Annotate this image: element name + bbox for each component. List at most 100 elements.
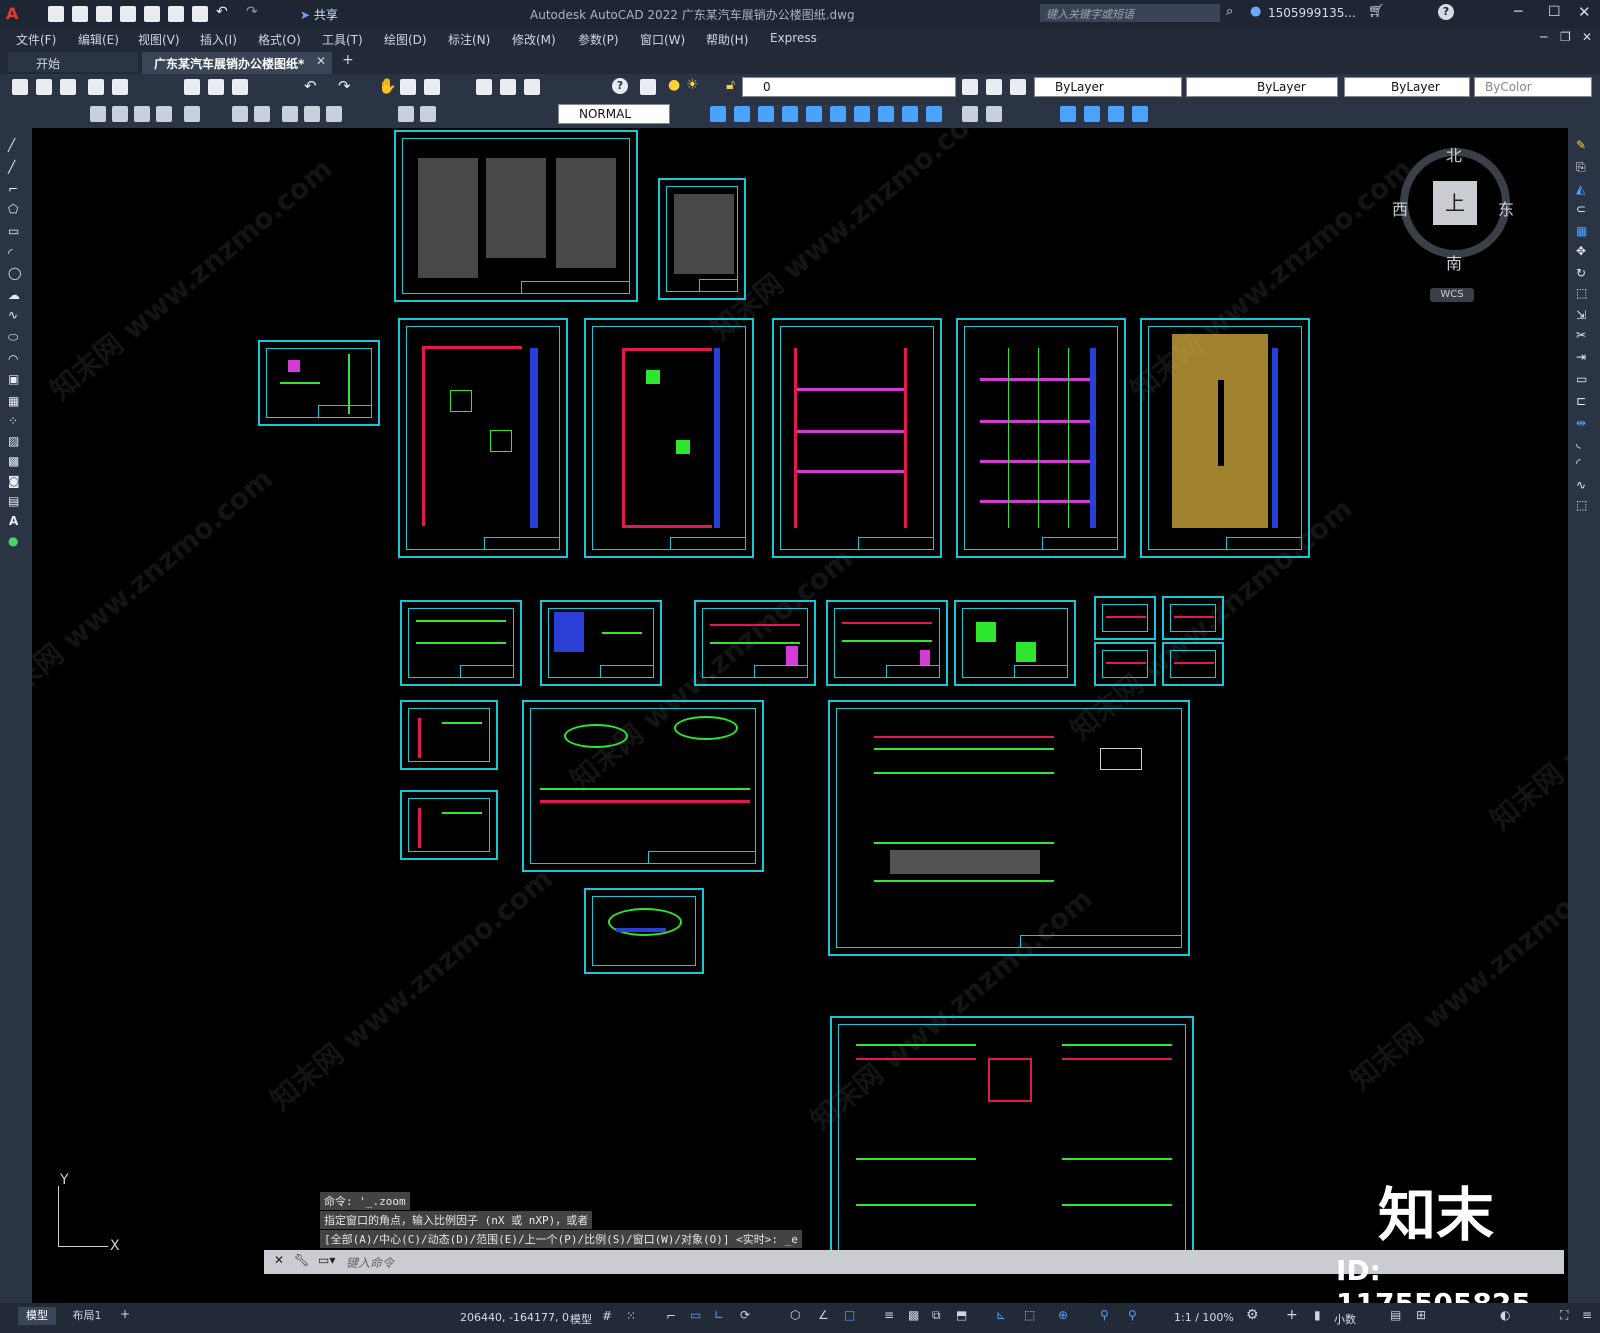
cut-icon[interactable] <box>184 79 200 95</box>
object-snap-icon[interactable]: □ <box>844 1308 855 1322</box>
intersect-icon[interactable] <box>878 106 894 122</box>
gradient-tool-icon[interactable]: ▩ <box>8 454 19 468</box>
layer-freeze-icon[interactable]: ☀ <box>686 77 699 93</box>
model-space-toggle[interactable]: 模型 <box>570 1311 592 1327</box>
drawing-canvas[interactable]: 知末网 www.znzmo.com 知末网 www.znzmo.com 知末网 … <box>32 128 1568 1303</box>
save-as-icon[interactable] <box>120 6 136 22</box>
trim-tool-icon[interactable]: ✂ <box>1576 328 1586 342</box>
sheet-detail-3[interactable] <box>694 600 816 686</box>
add-selected-icon[interactable]: ● <box>8 534 18 548</box>
tab-close-icon[interactable]: ✕ <box>316 54 326 68</box>
mtext-tool-icon[interactable]: A <box>9 514 18 528</box>
undo-toolbar-icon[interactable]: ↶ <box>304 77 317 95</box>
continue-dim-icon[interactable] <box>326 106 342 122</box>
selection-cycling-icon[interactable]: ⧉ <box>932 1308 941 1323</box>
edit-polyline-icon[interactable]: ⬚ <box>1576 498 1587 512</box>
new-file-icon[interactable] <box>48 6 64 22</box>
properties-icon[interactable] <box>476 79 492 95</box>
close-icon[interactable]: ✕ <box>1578 3 1591 21</box>
save-toolbar-icon[interactable] <box>60 79 76 95</box>
cylinder-icon[interactable] <box>734 106 750 122</box>
command-customize-icon[interactable]: 🔧︎ <box>294 1253 309 1267</box>
layout-tab-model[interactable]: 模型 <box>18 1307 56 1325</box>
help-icon[interactable]: ? <box>1438 4 1454 20</box>
layer-on-icon[interactable]: ● <box>668 77 680 93</box>
radius-dim-icon[interactable] <box>184 106 200 122</box>
3d-osnap-icon[interactable]: ⬒ <box>956 1308 967 1322</box>
box-icon[interactable] <box>710 106 726 122</box>
menu-express[interactable]: Express <box>770 31 817 45</box>
sheet-detail-small[interactable] <box>258 340 380 426</box>
arc-dim-icon[interactable] <box>134 106 150 122</box>
scale-tool-icon[interactable]: ⬚ <box>1576 286 1587 300</box>
dimstyle-dropdown[interactable]: NORMAL <box>558 104 670 124</box>
menu-modify[interactable]: 修改(M) <box>512 31 556 48</box>
tab-active-drawing[interactable]: 广东某汽车展销办公楼图纸* ✕ <box>142 52 332 74</box>
viewcube-top-face[interactable]: 上 <box>1433 181 1477 225</box>
preview-icon[interactable] <box>112 79 128 95</box>
explode-tool-icon[interactable]: ∿ <box>1576 478 1586 492</box>
sheet-detail-1[interactable] <box>400 600 522 686</box>
extrude-icon[interactable] <box>782 106 798 122</box>
break-tool-icon[interactable]: ▭ <box>1576 372 1587 386</box>
open-icon[interactable] <box>72 6 88 22</box>
mirror-tool-icon[interactable]: ◭ <box>1576 182 1585 196</box>
search-box[interactable]: 键入关键字或短语 <box>1040 4 1220 22</box>
units-icon[interactable]: ▮ <box>1314 1308 1321 1322</box>
insert-block-icon[interactable]: ▣ <box>8 372 19 386</box>
rectangle-tool-icon[interactable]: ▭ <box>8 224 19 238</box>
blend-curves-icon[interactable]: ◜ <box>1576 456 1581 470</box>
ordinate-dim-icon[interactable] <box>156 106 172 122</box>
isometric-icon[interactable]: ⬡ <box>790 1308 800 1322</box>
auto-scale-icon[interactable]: ⚲ <box>1128 1308 1137 1322</box>
infer-constraints-icon[interactable]: ⌐ <box>666 1309 676 1323</box>
point-tool-icon[interactable]: ⁘ <box>8 414 18 428</box>
ellipse-arc-icon[interactable]: ◠ <box>8 352 18 366</box>
layout-tab-layout1[interactable]: 布局1 <box>64 1307 110 1325</box>
sheet-canopy-detail[interactable] <box>522 700 764 872</box>
layer-match-icon[interactable] <box>1010 79 1026 95</box>
line-tool-icon[interactable]: ╱ <box>8 138 15 152</box>
sheet-detail-6d[interactable] <box>1162 642 1224 686</box>
view-3d-icon[interactable] <box>1060 106 1076 122</box>
menu-file[interactable]: 文件(F) <box>16 31 56 48</box>
hatch-tool-icon[interactable]: ▨ <box>8 434 19 448</box>
clean-screen-icon[interactable]: ⛶ <box>1560 1308 1568 1323</box>
menu-tools[interactable]: 工具(T) <box>322 31 363 48</box>
quick-properties-icon[interactable]: ▤ <box>1390 1308 1401 1322</box>
tolerance-icon[interactable] <box>398 106 414 122</box>
sheet-elevation-b[interactable] <box>830 1016 1194 1272</box>
annotation-visibility-icon[interactable]: ⚲ <box>1100 1308 1109 1322</box>
annotation-monitor-icon[interactable]: ⊕ <box>1058 1308 1068 1322</box>
plot-toolbar-icon[interactable] <box>88 79 104 95</box>
camera-icon[interactable] <box>1132 106 1148 122</box>
move-tool-icon[interactable]: ✥ <box>1576 244 1586 258</box>
wcs-menu[interactable]: WCS <box>1430 288 1474 302</box>
menu-draw[interactable]: 绘图(D) <box>384 31 427 48</box>
compass-south[interactable]: 南 <box>1446 250 1462 274</box>
layer-dropdown[interactable]: 0 <box>742 77 956 97</box>
construction-line-icon[interactable]: ╱ <box>8 160 15 174</box>
new-tab-icon[interactable]: + <box>342 52 354 68</box>
sheet-column-plan[interactable] <box>584 318 754 558</box>
layer-previous-icon[interactable] <box>986 79 1002 95</box>
isolate-objects-icon[interactable]: ◐ <box>1500 1308 1510 1322</box>
paste-icon[interactable] <box>232 79 248 95</box>
dynamic-input-icon[interactable]: ▭ <box>690 1308 701 1322</box>
menu-format[interactable]: 格式(O) <box>258 31 301 48</box>
user-name[interactable]: 1505999135... <box>1268 6 1356 20</box>
doc-restore-icon[interactable]: ❐ <box>1560 30 1571 44</box>
sheet-drawing-index[interactable] <box>658 178 746 300</box>
zoom-window-icon[interactable] <box>424 79 440 95</box>
tool-palettes-icon[interactable] <box>524 79 540 95</box>
minimize-icon[interactable]: ─ <box>1514 4 1522 20</box>
sheet-detail-4[interactable] <box>826 600 948 686</box>
render-icon[interactable] <box>986 106 1002 122</box>
lineweight-dropdown[interactable]: ByLayer <box>1344 77 1470 97</box>
layer-lock-icon[interactable]: 🔓︎ <box>726 77 735 93</box>
cart-icon[interactable]: 🛒︎ <box>1368 4 1385 19</box>
union-icon[interactable] <box>830 106 846 122</box>
menu-help[interactable]: 帮助(H) <box>706 31 748 48</box>
share-button[interactable]: ➤ 共享 <box>300 6 338 23</box>
dynamic-ucs-icon[interactable]: ⊾ <box>996 1308 1006 1322</box>
